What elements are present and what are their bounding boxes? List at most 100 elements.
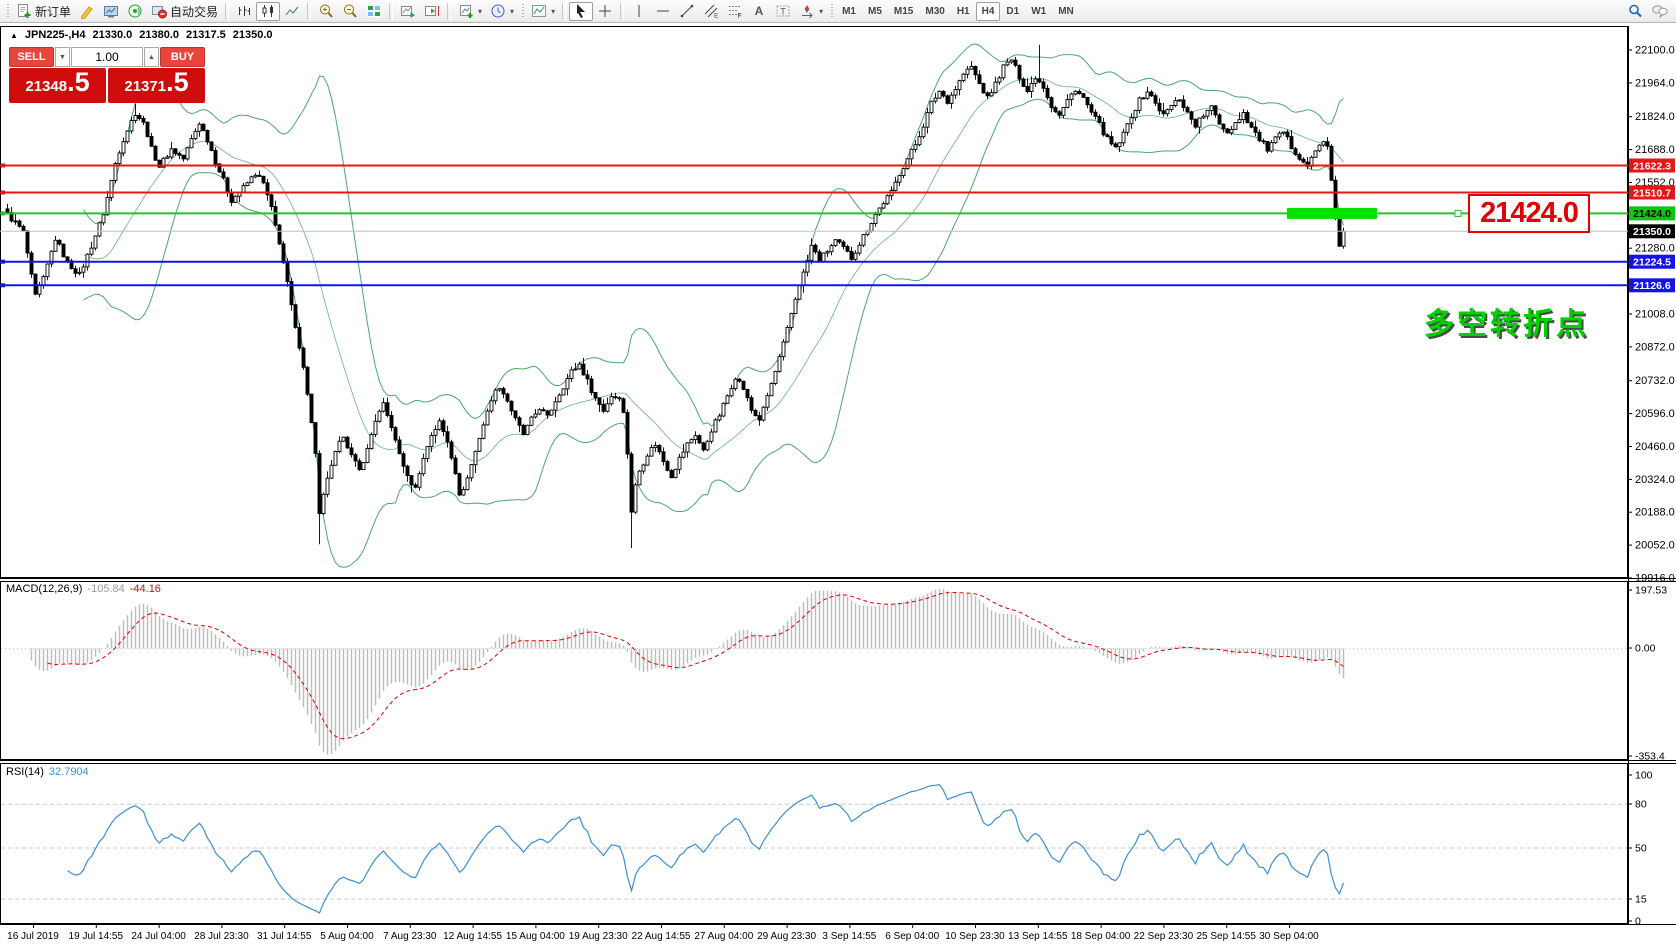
toolbar-separator (620, 3, 624, 20)
svg-text:0.00: 0.00 (1635, 643, 1656, 655)
search-button[interactable] (1623, 2, 1647, 21)
channel-icon: E (703, 3, 719, 19)
svg-text:27 Aug 04:00: 27 Aug 04:00 (694, 931, 753, 942)
svg-text:30 Sep 04:00: 30 Sep 04:00 (1259, 931, 1319, 942)
volume-decrease-button[interactable]: ▼ (55, 47, 70, 67)
metaeditor-pencil-icon (79, 3, 95, 19)
volume-increase-button[interactable]: ▲ (144, 47, 159, 67)
chart-canvas-svg[interactable]: 22100.021964.021824.021688.021552.021280… (0, 0, 1676, 945)
svg-text:80: 80 (1635, 799, 1647, 811)
svg-text:16 Jul 2019: 16 Jul 2019 (7, 931, 59, 942)
candlestick-mode-button[interactable] (256, 2, 280, 21)
chart-area[interactable]: 22100.021964.021824.021688.021552.021280… (0, 0, 1676, 945)
timeframe-h1-button[interactable]: H1 (951, 2, 976, 21)
autoscroll-button[interactable] (396, 2, 420, 21)
svg-text:22100.0: 22100.0 (1635, 45, 1675, 57)
bar-chart-mode-button[interactable] (232, 2, 256, 21)
chart-text-annotation[interactable]: 多空转折点 (1424, 299, 1589, 343)
fibonacci-button[interactable]: F (723, 2, 747, 21)
chevron-down-icon: ▾ (478, 7, 482, 16)
text-button[interactable]: A (747, 2, 771, 21)
label-button[interactable]: T (771, 2, 795, 21)
zoom-in-button[interactable] (314, 2, 338, 21)
svg-text:21510.7: 21510.7 (1633, 187, 1671, 199)
candlestick-chart-icon (260, 3, 276, 19)
svg-text:20732.0: 20732.0 (1635, 375, 1675, 387)
chart-shift-icon (424, 3, 440, 19)
one-click-trading-widget: SELL ▼ ▲ BUY 21348 .5 21371 .5 (9, 47, 205, 103)
shapes-arrows-icon (799, 3, 815, 19)
macd-signal-value: -44.16 (130, 583, 161, 595)
macd-name: MACD(12,26,9) (6, 583, 82, 595)
signals-button[interactable] (123, 2, 147, 21)
svg-text:21280.0: 21280.0 (1635, 243, 1675, 255)
timeframe-m30-button[interactable]: M30 (919, 2, 950, 21)
search-icon (1627, 3, 1643, 19)
trendline-button[interactable] (675, 2, 699, 21)
new-order-label: 新订单 (35, 3, 71, 20)
periods-button[interactable]: ▾ (486, 2, 518, 21)
metaeditor-button[interactable] (75, 2, 99, 21)
shapes-button[interactable]: ▾ (795, 2, 827, 21)
svg-text:6 Sep 04:00: 6 Sep 04:00 (885, 931, 939, 942)
svg-text:19 Aug 23:30: 19 Aug 23:30 (569, 931, 628, 942)
svg-text:22 Aug 14:55: 22 Aug 14:55 (632, 931, 691, 942)
chart-title[interactable]: ▲ JPN225-,H4 21330.0 21380.0 21317.5 213… (10, 29, 273, 41)
timeframe-h4-button[interactable]: H4 (976, 2, 1001, 21)
svg-text:19916.0: 19916.0 (1635, 573, 1675, 585)
toolbar-separator (447, 3, 451, 20)
market-watch-icon (103, 3, 119, 19)
svg-text:A: A (755, 4, 764, 18)
toolbar-grip (521, 4, 524, 19)
collapse-arrow-icon: ▲ (10, 31, 18, 40)
tile-windows-button[interactable] (362, 2, 386, 21)
vertical-line-button[interactable] (627, 2, 651, 21)
tile-windows-icon (366, 3, 382, 19)
buy-price-panel[interactable]: 21371 .5 (108, 68, 205, 103)
fibonacci-icon: F (727, 3, 743, 19)
crosshair-button[interactable] (593, 2, 617, 21)
indicators-button[interactable]: ▾ (527, 2, 559, 21)
zoom-out-button[interactable] (338, 2, 362, 21)
crosshair-icon (597, 3, 613, 19)
sell-button[interactable]: SELL (9, 47, 54, 67)
chevron-down-icon: ▾ (819, 7, 823, 16)
svg-text:21126.6: 21126.6 (1633, 280, 1671, 292)
clock-icon (490, 3, 506, 19)
sell-price-panel[interactable]: 21348 .5 (9, 68, 106, 103)
timeframe-mn-button[interactable]: MN (1052, 2, 1080, 21)
symbol-timeframe: JPN225-,H4 (25, 29, 86, 41)
timeframe-m15-button[interactable]: M15 (888, 2, 919, 21)
chat-icon (1651, 3, 1669, 19)
svg-text:20188.0: 20188.0 (1635, 507, 1675, 519)
timeframe-w1-button[interactable]: W1 (1025, 2, 1052, 21)
svg-text:31 Jul 14:55: 31 Jul 14:55 (257, 931, 312, 942)
price-callout-label[interactable]: 21424.0 (1468, 194, 1590, 233)
toolbar-grip (830, 4, 833, 19)
svg-text:15: 15 (1635, 894, 1647, 906)
svg-text:5 Aug 04:00: 5 Aug 04:00 (320, 931, 374, 942)
chat-button[interactable] (1647, 2, 1673, 21)
timeframe-m5-button[interactable]: M5 (862, 2, 888, 21)
buy-button[interactable]: BUY (160, 47, 205, 67)
svg-text:21224.5: 21224.5 (1633, 257, 1671, 269)
trendline-icon (679, 3, 695, 19)
horizontal-line-button[interactable] (651, 2, 675, 21)
timeframe-d1-button[interactable]: D1 (1000, 2, 1025, 21)
timeframe-m1-button[interactable]: M1 (836, 2, 862, 21)
macd-main-value: -105.84 (87, 583, 124, 595)
svg-text:100: 100 (1635, 770, 1653, 782)
channel-button[interactable]: E (699, 2, 723, 21)
chart-shift-button[interactable] (420, 2, 444, 21)
svg-text:T: T (780, 7, 786, 17)
ohlc-open: 21330.0 (92, 29, 132, 41)
cursor-button[interactable] (569, 2, 593, 21)
autotrading-button[interactable]: 自动交易 (147, 2, 222, 21)
line-chart-mode-button[interactable] (280, 2, 304, 21)
autotrading-icon (151, 3, 167, 19)
volume-input[interactable] (71, 47, 143, 67)
toolbar: 新订单 自动交易 ▾ ▾ (0, 0, 1676, 23)
market-watch-button[interactable] (99, 2, 123, 21)
new-order-button[interactable]: 新订单 (12, 2, 75, 21)
new-chart-button[interactable]: ▾ (454, 2, 486, 21)
